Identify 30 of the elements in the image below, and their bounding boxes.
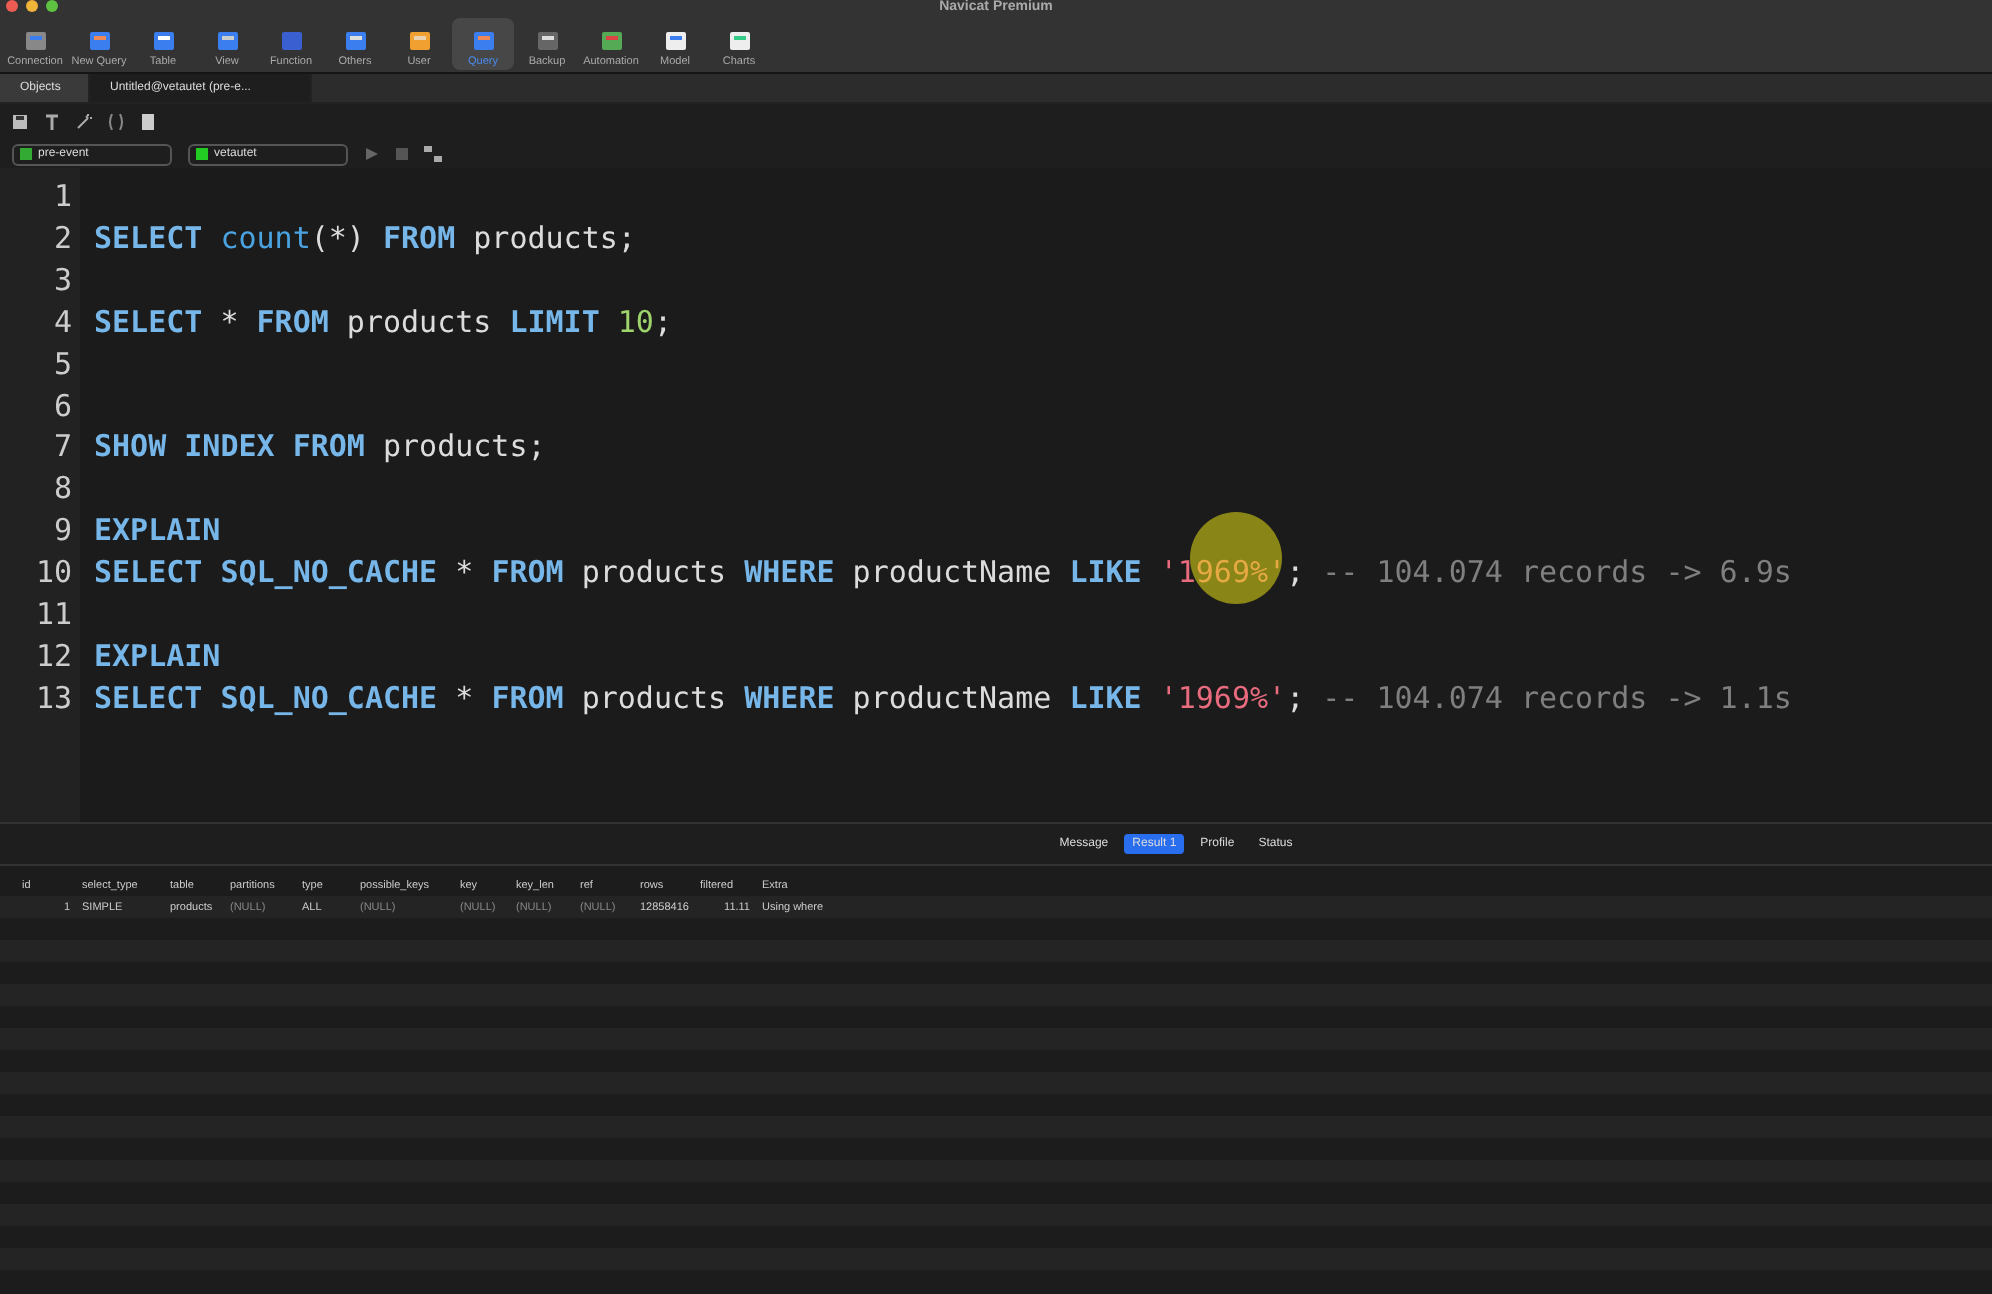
format-icon — [44, 114, 60, 130]
tree-icon[interactable] — [424, 146, 442, 162]
code-line: EXPLAIN — [94, 510, 223, 553]
line-number: 13 — [35, 677, 74, 720]
code-line: SELECT count(*) FROM products; — [94, 217, 638, 260]
minimize-button[interactable] — [26, 0, 38, 12]
run-icon[interactable] — [364, 146, 380, 162]
close-button[interactable] — [6, 0, 18, 12]
save-icon — [12, 114, 28, 130]
code-line: EXPLAIN — [94, 635, 223, 678]
line-number: 6 — [53, 385, 74, 427]
line-number: 11 — [35, 594, 74, 636]
line-number: 2 — [53, 217, 74, 260]
zoom-button[interactable] — [46, 0, 58, 12]
line-number: 9 — [53, 510, 74, 553]
line-number: 3 — [53, 259, 74, 302]
line-number: 1 — [53, 176, 74, 218]
magic-wand-icon — [76, 114, 92, 130]
line-number: 4 — [53, 301, 74, 344]
line-number: 8 — [53, 468, 74, 511]
line-number: 12 — [35, 635, 74, 678]
line-number: 5 — [53, 343, 74, 386]
code-line: SELECT * FROM products LIMIT 10; — [94, 301, 674, 344]
document-icon — [140, 114, 156, 130]
database-icon — [196, 148, 208, 160]
line-number: 10 — [35, 552, 74, 595]
line-number: 7 — [53, 426, 74, 469]
code-line: SELECT SQL_NO_CACHE * FROM products WHERE productName LIKE '1969%'; -- 104.074 records -> 1.1s — [94, 677, 1794, 720]
parentheses-icon — [108, 114, 124, 130]
code-line: SHOW INDEX FROM products; — [94, 426, 548, 469]
